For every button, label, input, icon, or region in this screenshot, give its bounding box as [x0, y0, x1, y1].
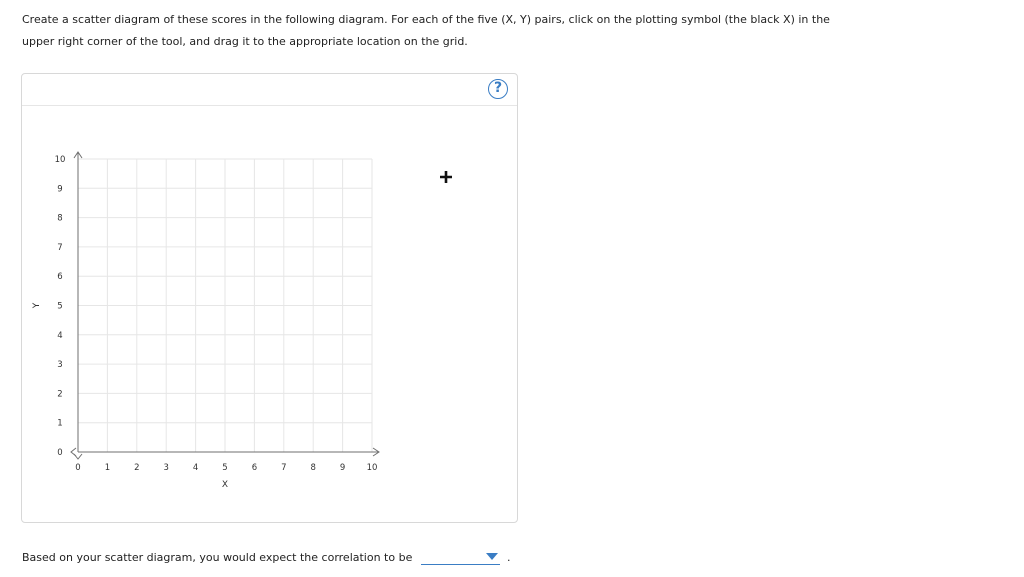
x-tick-label: 2	[134, 463, 139, 473]
y-tick-label: 3	[57, 360, 62, 370]
y-tick-label: 0	[57, 448, 62, 458]
y-tick-label: 7	[57, 243, 62, 253]
y-tick-label: 6	[57, 272, 62, 282]
x-tick-label: 10	[367, 463, 378, 473]
x-tick-label: 5	[222, 463, 227, 473]
x-tick-label: 6	[252, 463, 257, 473]
question-period: .	[507, 551, 511, 564]
y-tick-label: 4	[57, 331, 62, 341]
x-tick-label: 1	[105, 463, 110, 473]
x-tick-label: 8	[310, 463, 315, 473]
y-tick-label: 10	[55, 155, 66, 165]
chevron-down-icon	[486, 553, 498, 560]
y-axis-negative-arrow-icon	[73, 453, 83, 460]
y-tick-label: 1	[57, 419, 62, 429]
correlation-dropdown[interactable]	[421, 551, 500, 565]
x-tick-label: 4	[193, 463, 198, 473]
y-axis-label: Y	[32, 302, 42, 309]
plus-icon[interactable]	[438, 169, 454, 185]
y-tick-label: 2	[57, 389, 62, 399]
y-tick-label: 8	[57, 214, 62, 224]
y-tick-label: 5	[57, 302, 62, 312]
x-tick-label: 9	[340, 463, 345, 473]
x-axis-label: X	[222, 480, 228, 490]
correlation-question: Based on your scatter diagram, you would…	[22, 551, 413, 564]
x-tick-label: 3	[163, 463, 168, 473]
y-tick-label: 9	[57, 184, 62, 194]
x-tick-label: 7	[281, 463, 286, 473]
x-tick-label: 0	[75, 463, 80, 473]
scatter-plot: 0 1 2 3 4 5 6 7 8 9 10 0 1 2 3 4 5 6 7 8 9 10 X Y	[32, 151, 380, 490]
